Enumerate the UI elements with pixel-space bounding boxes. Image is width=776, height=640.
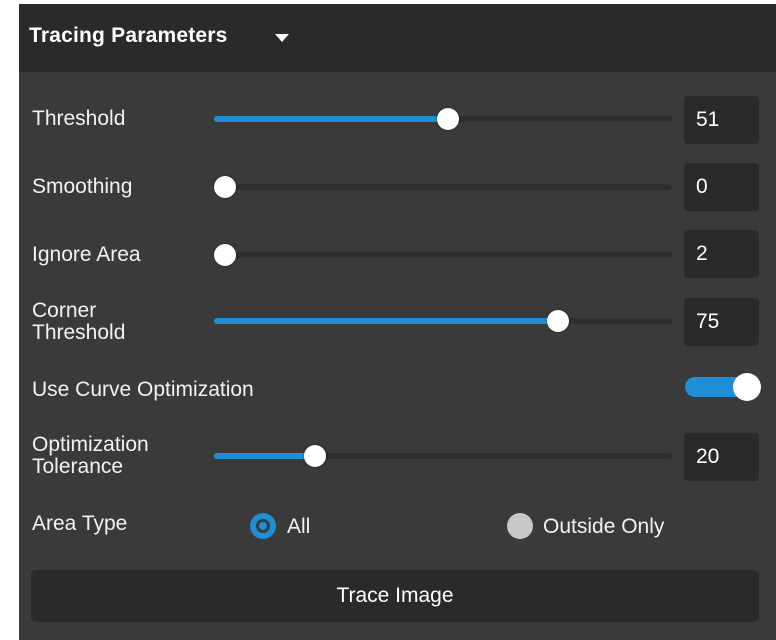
threshold-slider-fill (214, 116, 448, 122)
toggle-knob (733, 373, 761, 401)
optimization-tolerance-slider-thumb[interactable] (304, 445, 326, 467)
threshold-input[interactable]: 51 (684, 96, 759, 144)
threshold-label: Threshold (32, 107, 126, 130)
corner-threshold-input[interactable]: 75 (684, 298, 759, 346)
panel-header[interactable]: Tracing Parameters (19, 4, 776, 72)
area-type-all-label[interactable]: All (287, 515, 310, 539)
optimization-tolerance-input[interactable]: 20 (684, 433, 759, 481)
ignore-area-input[interactable]: 2 (684, 230, 759, 278)
optimization-tolerance-slider-fill (214, 453, 315, 459)
corner-threshold-slider-thumb[interactable] (547, 310, 569, 332)
ignore-area-label: Ignore Area (32, 243, 141, 266)
corner-threshold-label-line1: Corner (32, 299, 97, 322)
ignore-area-slider[interactable] (214, 244, 672, 266)
corner-threshold-label-line2: Threshold (32, 321, 126, 344)
threshold-slider-thumb[interactable] (437, 108, 459, 130)
area-type-label: Area Type (32, 512, 128, 535)
area-type-outside-only-radio[interactable] (507, 513, 533, 539)
corner-threshold-slider[interactable] (214, 310, 672, 332)
smoothing-input[interactable]: 0 (684, 163, 759, 211)
smoothing-slider[interactable] (214, 176, 672, 198)
trace-image-button[interactable]: Trace Image (31, 570, 759, 622)
optimization-tolerance-label-line1: Optimization (32, 433, 149, 456)
panel-title: Tracing Parameters (29, 24, 228, 47)
chevron-down-icon[interactable] (275, 34, 289, 42)
optimization-tolerance-slider[interactable] (214, 445, 672, 467)
use-curve-optimization-toggle[interactable] (685, 373, 761, 401)
area-type-outside-only-label[interactable]: Outside Only (543, 515, 664, 539)
corner-threshold-slider-fill (214, 318, 558, 324)
smoothing-slider-thumb[interactable] (214, 176, 236, 198)
ignore-area-slider-thumb[interactable] (214, 244, 236, 266)
threshold-slider[interactable] (214, 108, 672, 130)
smoothing-label: Smoothing (32, 175, 133, 198)
optimization-tolerance-label: Optimization Tolerance (32, 434, 149, 478)
area-type-all-radio[interactable] (250, 513, 276, 539)
use-curve-optimization-label: Use Curve Optimization (32, 378, 254, 401)
tracing-parameters-panel: Tracing Parameters Threshold 51 Smoothin… (19, 4, 776, 640)
corner-threshold-label: Corner Threshold (32, 300, 125, 344)
optimization-tolerance-label-line2: Tolerance (32, 455, 124, 478)
